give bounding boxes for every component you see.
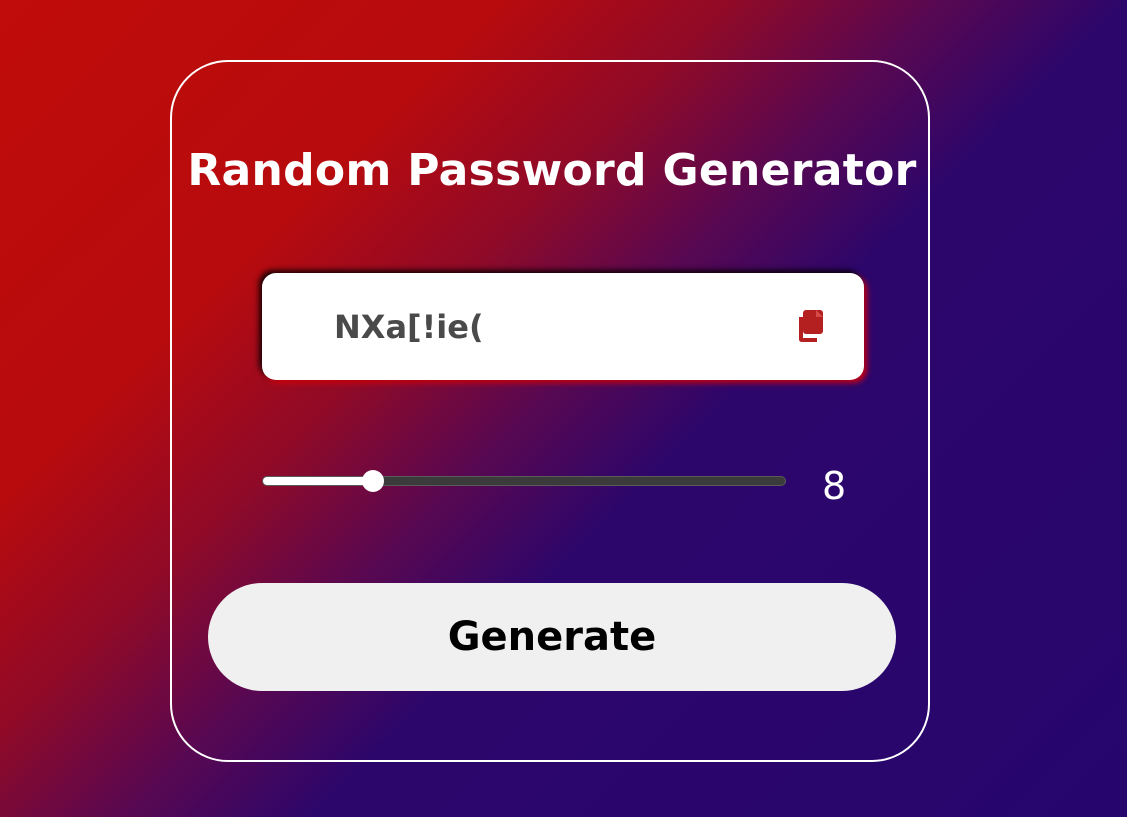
password-text: NXa[!ie( [334,308,484,346]
length-slider-thumb[interactable] [362,470,384,492]
copy-icon[interactable] [790,307,830,347]
length-value: 8 [822,464,847,508]
length-slider-row: 8 [262,464,882,508]
length-slider-fill [263,477,374,485]
length-slider[interactable] [262,476,786,486]
generate-button[interactable]: Generate [208,583,896,691]
page-title: Random Password Generator [187,145,917,196]
password-display: NXa[!ie( [262,273,864,380]
